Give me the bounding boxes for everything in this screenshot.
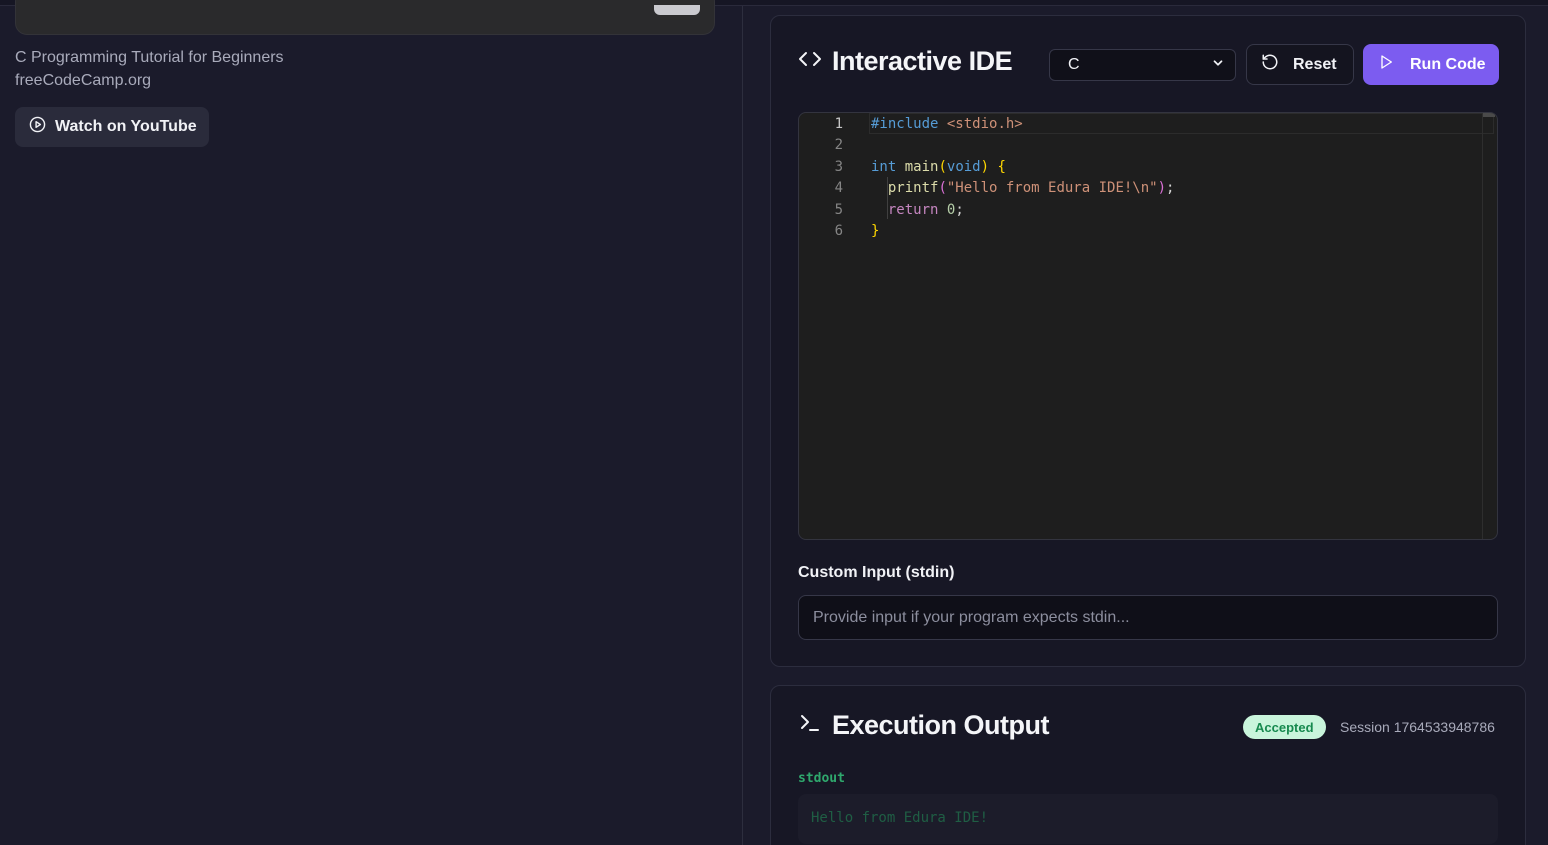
video-control[interactable] <box>654 5 700 15</box>
code-line[interactable]: 4 printf("Hello from Edura IDE!\n"); <box>799 177 1175 198</box>
code-text: printf("Hello from Edura IDE!\n"); <box>887 179 1175 196</box>
video-channel: freeCodeCamp.org <box>15 72 152 89</box>
language-select[interactable]: C <box>1049 49 1236 81</box>
line-number: 4 <box>834 179 843 196</box>
line-number: 1 <box>834 115 843 132</box>
chevron-down-icon <box>1211 56 1225 75</box>
code-text: return 0; <box>887 201 964 218</box>
run-code-button[interactable]: Run Code <box>1363 44 1499 85</box>
rotate-ccw-icon <box>1261 53 1279 76</box>
reset-label: Reset <box>1293 55 1337 73</box>
code-line[interactable]: 5 return 0; <box>799 199 964 220</box>
output-panel: Execution Output Accepted Session 176453… <box>770 685 1526 845</box>
ide-header: Interactive IDE <box>798 46 1013 77</box>
stdout-text: Hello from Edura IDE! <box>811 810 989 826</box>
ide-title: Interactive IDE <box>832 46 1013 76</box>
play-icon <box>1378 54 1394 75</box>
code-line[interactable]: 2 <box>799 134 843 155</box>
code-brackets-icon <box>798 47 822 76</box>
stdin-input[interactable] <box>798 595 1498 640</box>
code-line[interactable]: 1 #include <stdio.h> <box>799 113 1023 134</box>
status-badge: Accepted <box>1243 715 1326 739</box>
stdout-output: Hello from Edura IDE! <box>798 794 1498 844</box>
code-line[interactable]: 3 int main(void) { <box>799 156 1006 177</box>
stdin-label: Custom Input (stdin) <box>798 564 955 581</box>
video-title: C Programming Tutorial for Beginners <box>15 49 284 66</box>
reset-button[interactable]: Reset <box>1246 44 1354 85</box>
output-header: Execution Output <box>798 710 1050 741</box>
code-text: } <box>871 222 880 239</box>
line-number: 3 <box>834 158 843 175</box>
line-number: 2 <box>834 136 843 153</box>
video-player[interactable] <box>15 0 715 35</box>
code-line[interactable]: 6 } <box>799 220 880 241</box>
play-circle-icon <box>29 116 46 138</box>
line-number: 5 <box>834 201 843 218</box>
code-text: int main(void) { <box>871 158 1006 175</box>
run-code-label: Run Code <box>1410 55 1486 73</box>
editor-scroll-thumb[interactable] <box>1483 113 1495 117</box>
line-number: 6 <box>834 222 843 239</box>
video-pane: C Programming Tutorial for Beginners fre… <box>0 0 742 845</box>
session-id: Session 1764533948786 <box>1340 719 1495 735</box>
stdout-label: stdout <box>798 771 845 786</box>
editor-scrollbar[interactable] <box>1482 113 1497 539</box>
language-select-value: C <box>1068 56 1080 73</box>
watch-on-youtube-label: Watch on YouTube <box>55 118 197 135</box>
output-title: Execution Output <box>832 710 1050 740</box>
ide-panel: Interactive IDE C Reset Run Code 1 #incl… <box>770 15 1526 667</box>
code-editor[interactable]: 1 #include <stdio.h> 2 3 int main(void) … <box>798 112 1498 540</box>
pane-divider[interactable] <box>742 6 743 845</box>
terminal-icon <box>798 711 822 740</box>
watch-on-youtube-button[interactable]: Watch on YouTube <box>15 107 209 147</box>
code-text: #include <stdio.h> <box>871 115 1023 132</box>
